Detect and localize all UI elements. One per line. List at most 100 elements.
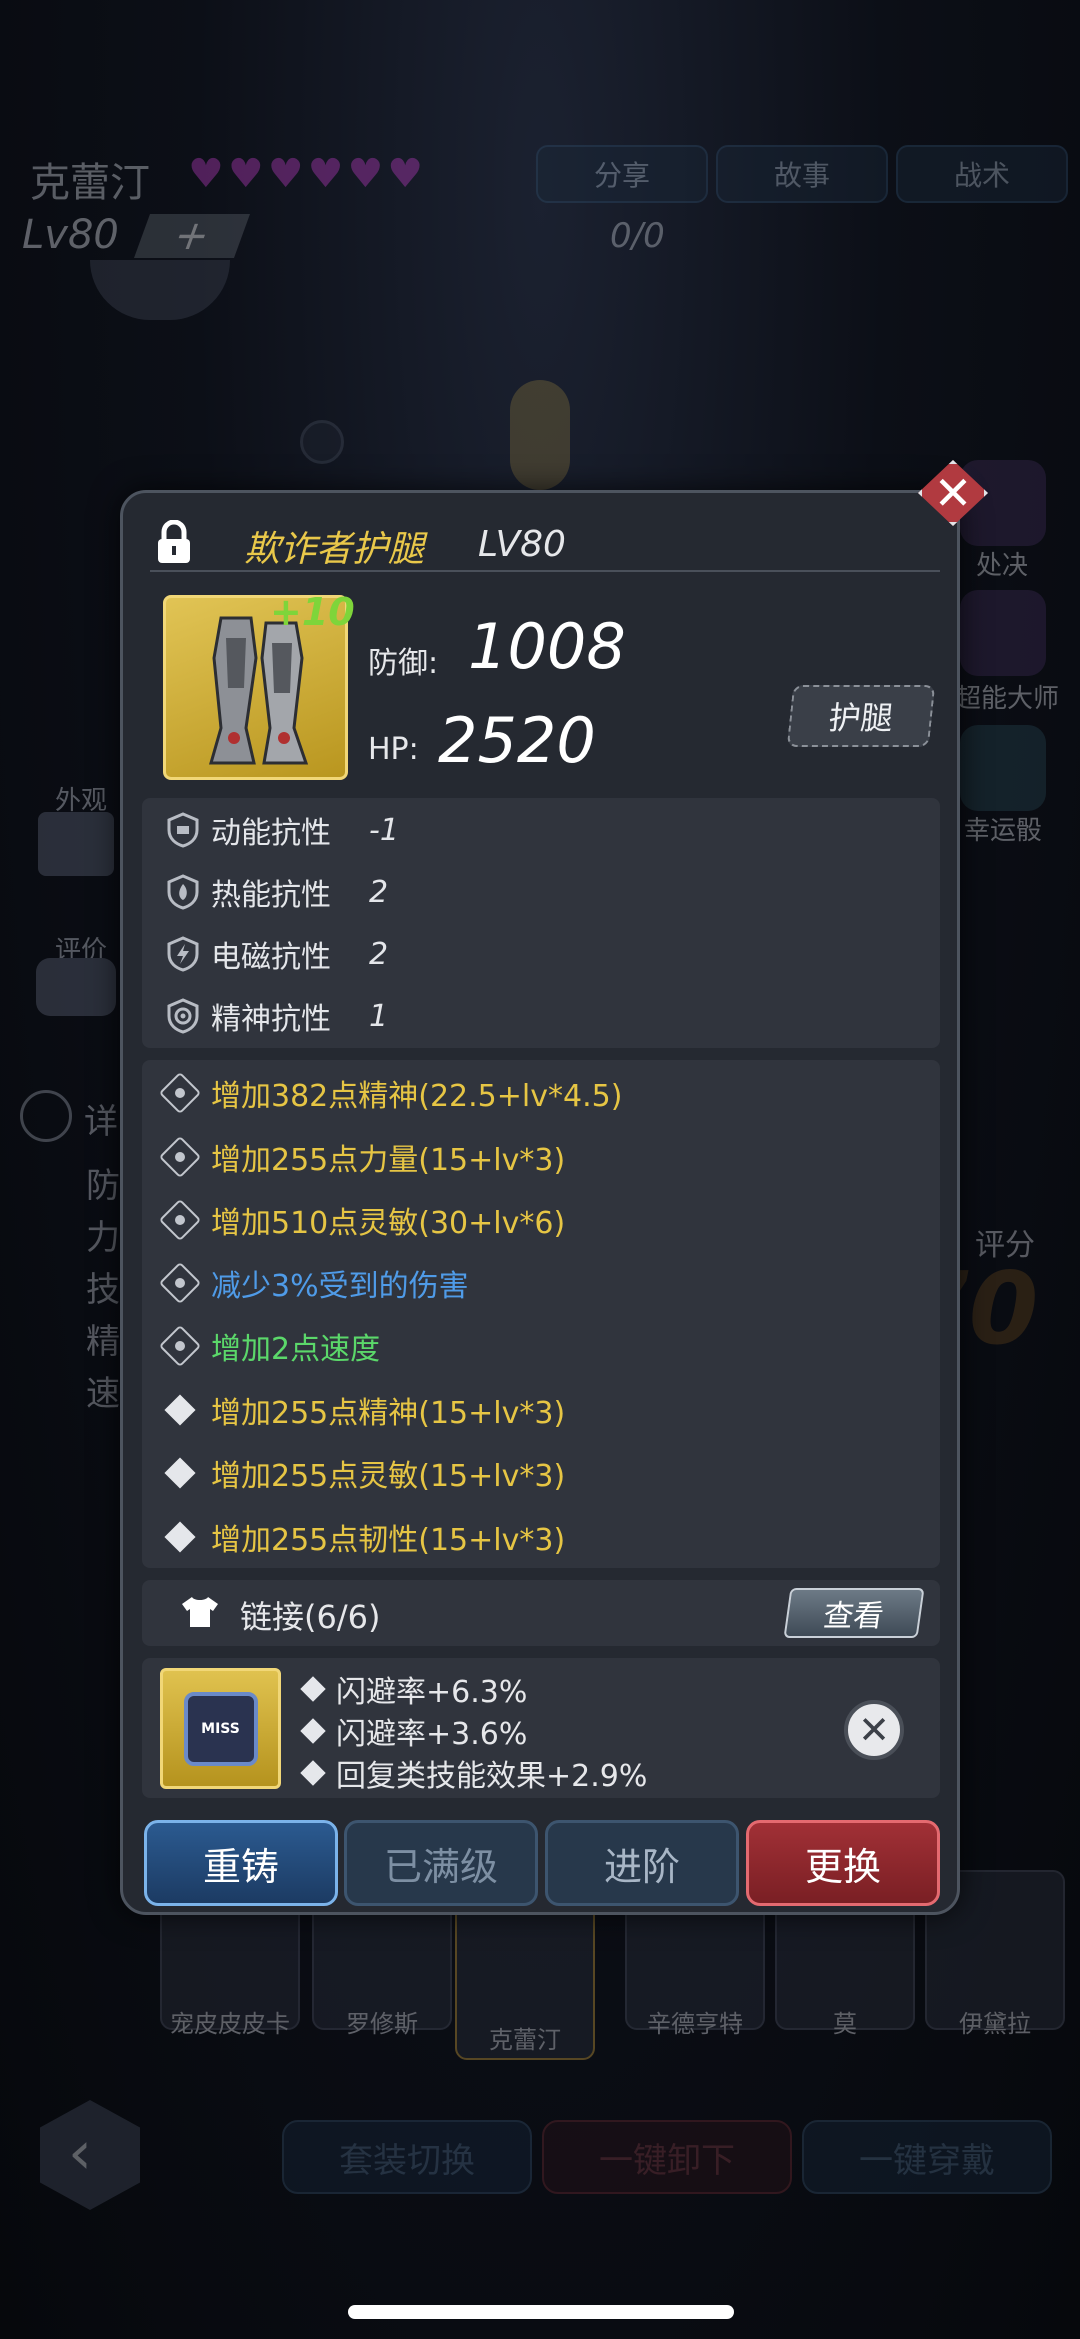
character-name: 克蕾汀 — [30, 160, 150, 206]
resistance-name: 电磁抗性 — [211, 940, 331, 975]
affinity-hearts: ♥ ♥ ♥ ♥ ♥ ♥ — [188, 150, 423, 198]
slot-badge: 护腿 — [786, 685, 936, 747]
resistance-name: 精神抗性 — [211, 1002, 331, 1037]
attribute-text: 增加255点韧性(15+lv*3) — [211, 1523, 566, 1558]
heart-icon: ♥ — [267, 151, 304, 197]
unequip-all-button[interactable]: 一键卸下 — [542, 2120, 792, 2194]
advance-button[interactable]: 进阶 — [545, 1820, 739, 1906]
execute-label: 处决 — [976, 551, 1029, 581]
set-switch-button[interactable]: 套装切换 — [282, 2120, 532, 2194]
gear-bullet-icon — [158, 1324, 202, 1368]
attribute-text: 增加255点灵敏(15+lv*3) — [211, 1459, 566, 1494]
chip-bonus-text: 闪避率+6.3% — [336, 1675, 528, 1710]
attribute-row: 增加255点灵敏(15+lv*3) — [164, 1446, 566, 1500]
resistance-row: 电磁抗性 2 — [165, 929, 388, 979]
level-up-button[interactable]: + — [133, 213, 251, 259]
attribute-text: 增加255点力量(15+lv*3) — [211, 1143, 566, 1178]
stat-speed-label: 速 — [86, 1374, 120, 1414]
diamond-bullet-icon — [164, 1394, 196, 1426]
attribute-text: 增加2点速度 — [211, 1332, 381, 1367]
diamond-bullet-icon — [164, 1521, 196, 1553]
appearance-shirt-icon[interactable] — [38, 812, 114, 876]
resistance-name: 动能抗性 — [211, 816, 331, 851]
chip-bonus-row: 回复类技能效果+2.9% — [300, 1751, 647, 1795]
defense-label: 防御: — [368, 646, 439, 681]
gear-bullet-icon — [158, 1261, 202, 1305]
electromagnetic-shield-icon — [167, 936, 199, 972]
replace-button[interactable]: 更换 — [746, 1820, 940, 1906]
portrait-name: 克蕾汀 — [489, 2026, 561, 2054]
gear-bullet-icon — [158, 1135, 202, 1179]
detail-label: 详 — [84, 1102, 118, 1142]
attribute-row: 增加255点韧性(15+lv*3) — [164, 1510, 566, 1564]
enhance-level: +10 — [270, 590, 355, 634]
resistance-value: -1 — [369, 812, 399, 848]
diamond-bullet-icon — [300, 1676, 326, 1702]
diamond-bullet-icon — [300, 1760, 326, 1786]
home-indicator[interactable] — [348, 2305, 734, 2319]
stat-spirit-label: 精 — [86, 1322, 120, 1362]
view-button[interactable]: 查看 — [783, 1588, 925, 1638]
story-button[interactable]: 故事 — [716, 145, 888, 203]
attribute-row: 增加382点精神(22.5+lv*4.5) — [158, 1066, 623, 1120]
chevron-left-icon: ‹ — [68, 2118, 92, 2188]
attribute-text: 增加255点精神(15+lv*3) — [211, 1396, 566, 1431]
defense-value: 1008 — [468, 610, 626, 683]
portrait-name: 辛德亨特 — [647, 2010, 743, 2038]
stat-power-label: 力 — [86, 1218, 120, 1258]
tactics-button[interactable]: 战术 — [896, 145, 1068, 203]
gear-bullet-icon — [158, 1071, 202, 1115]
attribute-row: 减少3%受到的伤害 — [158, 1256, 469, 1310]
lucky-dice-label: 幸运骰 — [964, 816, 1043, 846]
attribute-text: 增加382点精神(22.5+lv*4.5) — [211, 1079, 623, 1114]
portrait-name: 宠皮皮皮卡 — [170, 2010, 290, 2038]
heart-icon: ♥ — [188, 151, 224, 197]
lucky-dice-icon[interactable] — [960, 725, 1046, 811]
diamond-bullet-icon — [300, 1718, 326, 1744]
level-text: Lv80 — [22, 212, 119, 258]
close-icon: ✕ — [858, 1708, 890, 1752]
search-icon[interactable] — [20, 1090, 72, 1142]
portrait-name: 罗修斯 — [346, 2010, 418, 2038]
stat-skill-label: 技 — [86, 1270, 120, 1310]
resistance-value: 1 — [369, 998, 389, 1034]
recast-button[interactable]: 重铸 — [144, 1820, 338, 1906]
hp-value: 2520 — [438, 704, 596, 777]
max-level-button[interactable]: 已满级 — [344, 1820, 538, 1906]
planet-decoration — [90, 260, 230, 320]
attribute-row: 增加255点力量(15+lv*3) — [158, 1130, 566, 1184]
psychic-master-icon[interactable] — [960, 590, 1046, 676]
chip-bonus-text: 闪避率+3.6% — [336, 1717, 528, 1752]
review-bubble-icon[interactable] — [36, 958, 116, 1016]
remove-chip-button[interactable]: ✕ — [844, 1700, 904, 1760]
attribute-row: 增加2点速度 — [158, 1319, 381, 1373]
count-text: 0/0 — [610, 216, 665, 256]
hp-label: HP: — [368, 732, 419, 767]
attribute-text: 增加510点灵敏(30+lv*6) — [211, 1206, 566, 1241]
item-level: LV80 — [478, 524, 566, 565]
stat-defense-label: 防 — [86, 1166, 120, 1206]
chip-item[interactable]: MISS — [160, 1668, 281, 1789]
heart-icon: ♥ — [227, 151, 264, 197]
attribute-row: 增加255点精神(15+lv*3) — [164, 1383, 566, 1437]
resistance-name: 热能抗性 — [211, 878, 331, 913]
character-figure — [510, 380, 570, 490]
share-button[interactable]: 分享 — [536, 145, 708, 203]
chip-bonus-row: 闪避率+6.3% — [300, 1667, 527, 1711]
diamond-bullet-icon — [164, 1457, 196, 1489]
moon-decoration — [300, 420, 344, 464]
kinetic-shield-icon — [167, 812, 199, 848]
attribute-text: 减少3%受到的伤害 — [211, 1269, 469, 1304]
portrait-name: 伊黛拉 — [959, 2010, 1031, 2038]
resistance-row: 精神抗性 1 — [165, 991, 388, 1041]
chip-bonus-row: 闪避率+3.6% — [300, 1709, 527, 1753]
mental-shield-icon — [167, 998, 199, 1034]
equip-all-button[interactable]: 一键穿戴 — [802, 2120, 1052, 2194]
lock-icon[interactable] — [156, 520, 192, 564]
gear-bullet-icon — [158, 1198, 202, 1242]
resistance-value: 2 — [369, 874, 389, 910]
heart-icon: ♥ — [347, 151, 384, 197]
thermal-shield-icon — [167, 874, 199, 910]
chip-bonus-text: 回复类技能效果+2.9% — [336, 1759, 648, 1794]
resistance-row: 动能抗性 -1 — [165, 805, 399, 855]
